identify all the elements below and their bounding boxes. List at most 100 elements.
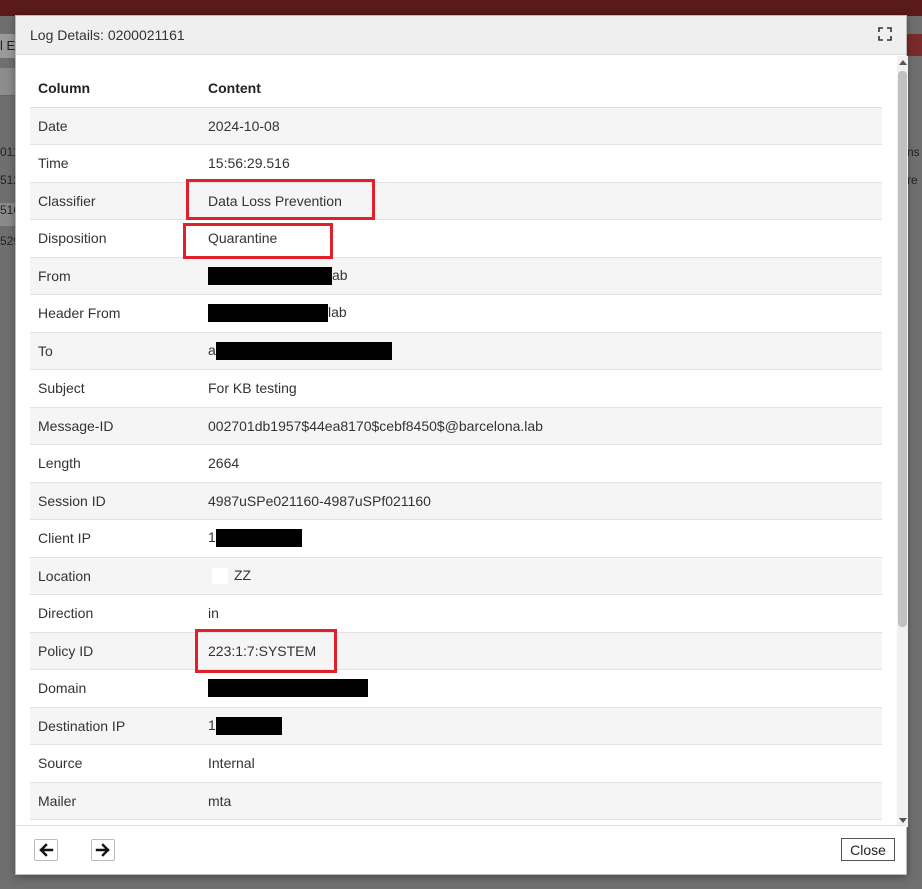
redaction-bar [215, 716, 282, 735]
row-field-name: Source [30, 744, 200, 783]
dialog-body[interactable]: Column Content Date 2024-10-08 Time 15:5… [16, 55, 906, 826]
row-field-value-redacted: 1 [200, 707, 882, 745]
table-row: Destination IP 1 [30, 707, 882, 745]
row-field-value: 2024-10-08 [200, 107, 882, 145]
dialog-footer: Close [16, 825, 906, 874]
background-row-text: 011 [0, 145, 16, 159]
column-header-content: Content [200, 69, 882, 108]
table-row: Session ID 4987uSPe021160-4987uSPf021160 [30, 482, 882, 520]
table-row: Mailer mta [30, 782, 882, 820]
redaction-bar [208, 304, 328, 323]
row-field-value-redacted: ab [200, 257, 882, 295]
row-field-value: 223:1:7:SYSTEM [200, 632, 882, 670]
previous-log-button[interactable] [34, 839, 58, 861]
row-field-name: Disposition [30, 219, 200, 258]
scroll-down-arrow-icon[interactable] [899, 818, 907, 823]
row-field-value-location: ZZ [200, 557, 882, 595]
table-row: From ab [30, 257, 882, 295]
table-row: Subject For KB testing [30, 369, 882, 408]
row-field-value-redacted [200, 669, 882, 708]
country-flag-icon [212, 568, 228, 585]
redaction-bar [215, 341, 392, 360]
row-field-value: lab [328, 304, 347, 321]
table-row: Source Internal [30, 744, 882, 783]
table-row: Message-ID 002701db1957$44ea8170$cebf845… [30, 407, 882, 445]
background-row-text-right: ns [907, 145, 920, 159]
row-field-value: 2664 [200, 444, 882, 483]
table-row: Date 2024-10-08 [30, 107, 882, 145]
table-row: Policy ID 223:1:7:SYSTEM [30, 632, 882, 670]
row-field-value: in [200, 594, 882, 633]
background-row-text-right: re [907, 173, 918, 187]
row-field-value-redacted: 1 [200, 519, 882, 558]
redaction-bar [208, 266, 332, 285]
log-details-dialog: Log Details: 0200021161 Column Content D… [15, 15, 908, 875]
arrow-right-icon [95, 843, 110, 857]
row-field-name: Client IP [30, 519, 200, 558]
row-field-name: Destination IP [30, 707, 200, 745]
scrollbar-thumb[interactable] [898, 71, 907, 627]
arrow-left-icon [39, 843, 54, 857]
app-topbar [0, 0, 922, 16]
row-field-name: Header From [30, 294, 200, 333]
table-row: Time 15:56:29.516 [30, 144, 882, 183]
row-field-name: To [30, 332, 200, 370]
row-field-value: For KB testing [200, 369, 882, 408]
row-field-value: 4987uSPe021160-4987uSPf021160 [200, 482, 882, 520]
table-row: Header From lab [30, 294, 882, 333]
row-field-value: a [208, 341, 216, 358]
row-field-value: Data Loss Prevention [200, 182, 882, 220]
row-field-name: Session ID [30, 482, 200, 520]
close-button[interactable]: Close [841, 838, 895, 861]
row-field-name: Message-ID [30, 407, 200, 445]
row-field-name: Location [30, 557, 200, 595]
row-field-value: 002701db1957$44ea8170$cebf8450$@barcelon… [200, 407, 882, 445]
next-log-button[interactable] [91, 839, 115, 861]
row-field-name: Date [30, 107, 200, 145]
row-field-value-redacted: lab [200, 294, 882, 333]
log-details-table-wrap: Column Content Date 2024-10-08 Time 15:5… [30, 69, 882, 820]
row-field-value: Internal [200, 744, 882, 783]
log-details-table: Column Content Date 2024-10-08 Time 15:5… [30, 69, 882, 820]
table-row: Disposition Quarantine [30, 219, 882, 258]
row-field-value: 1 [208, 716, 216, 733]
row-field-name: Subject [30, 369, 200, 408]
background-toolbar [0, 68, 16, 96]
table-row: Domain [30, 669, 882, 708]
dialog-header: Log Details: 0200021161 [16, 16, 906, 55]
background-tab-label: l E [0, 38, 16, 53]
table-row: Length 2664 [30, 444, 882, 483]
background-row-text: 512 [0, 173, 16, 187]
row-field-name: Policy ID [30, 632, 200, 670]
row-field-name: Direction [30, 594, 200, 633]
background-right-button [907, 34, 922, 56]
dialog-title: Log Details: 0200021161 [30, 27, 185, 43]
table-header-row: Column Content [30, 69, 882, 108]
row-field-name: Classifier [30, 182, 200, 220]
row-field-value: 1 [208, 529, 216, 546]
row-field-name: Domain [30, 669, 200, 708]
table-row: Client IP 1 [30, 519, 882, 558]
row-field-name: Mailer [30, 782, 200, 820]
table-row: To a [30, 332, 882, 370]
background-row-text: 529 [0, 234, 16, 248]
row-field-name: Time [30, 144, 200, 183]
table-row: Direction in [30, 594, 882, 633]
column-header-column: Column [30, 69, 200, 108]
background-row-text: 516 [0, 203, 16, 226]
maximize-icon[interactable] [878, 27, 894, 43]
table-row: Classifier Data Loss Prevention [30, 182, 882, 220]
row-field-value: Quarantine [200, 219, 882, 258]
redaction-bar [215, 529, 302, 548]
dialog-scrollbar[interactable] [897, 56, 908, 827]
row-field-name: Length [30, 444, 200, 483]
scroll-up-arrow-icon[interactable] [899, 60, 907, 65]
redaction-bar [208, 679, 368, 698]
row-field-value: ZZ [234, 567, 252, 584]
row-field-value: mta [200, 782, 882, 820]
row-field-value-redacted: a [200, 332, 882, 370]
table-row: Location ZZ [30, 557, 882, 595]
row-field-name: From [30, 257, 200, 295]
row-field-value: 15:56:29.516 [200, 144, 882, 183]
row-field-value: ab [332, 266, 348, 283]
